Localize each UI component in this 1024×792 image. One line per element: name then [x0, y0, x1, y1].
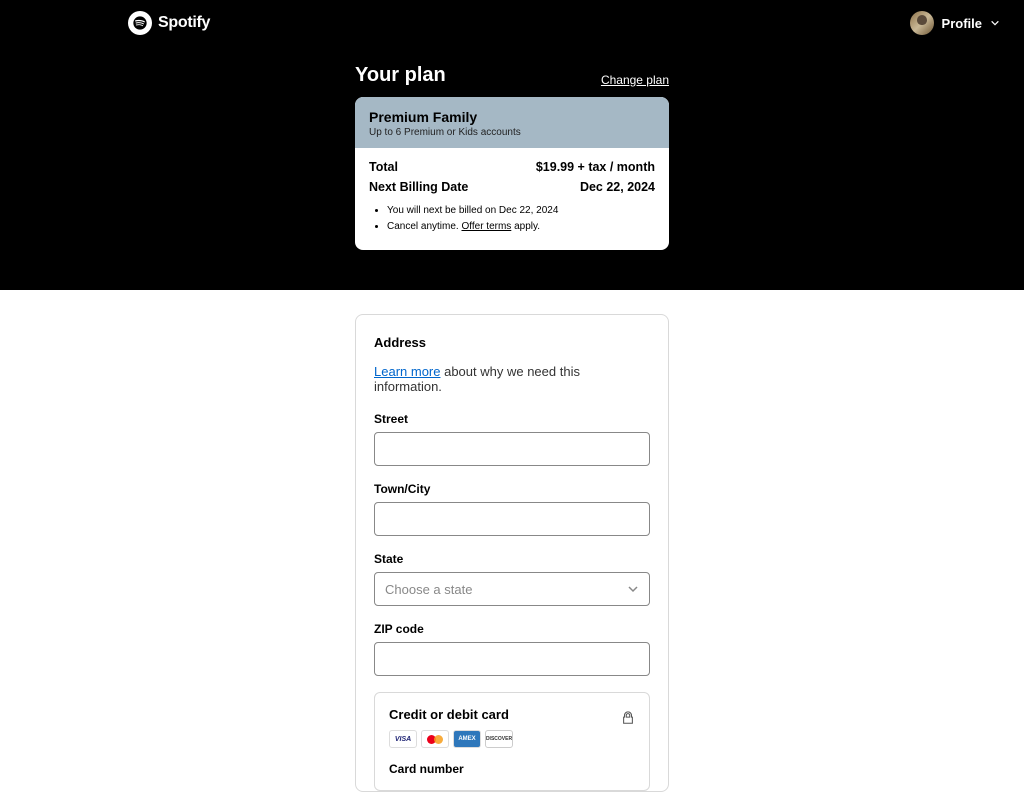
plan-section-title: Your plan [355, 64, 446, 87]
zip-input[interactable] [374, 642, 650, 676]
mastercard-icon [421, 730, 449, 748]
avatar-icon [910, 11, 934, 35]
plan-name: Premium Family [369, 109, 655, 125]
plan-bullets: You will next be billed on Dec 22, 2024 … [369, 204, 655, 234]
address-title: Address [374, 335, 650, 350]
learn-more-link[interactable]: Learn more [374, 364, 440, 379]
total-label: Total [369, 160, 398, 174]
plan-subtitle: Up to 6 Premium or Kids accounts [369, 127, 655, 138]
payment-box: Credit or debit card VISA AMEX DISCOVER … [374, 692, 650, 791]
state-select[interactable]: Choose a state [374, 572, 650, 606]
plan-card: Premium Family Up to 6 Premium or Kids a… [355, 97, 669, 250]
state-placeholder: Choose a state [385, 582, 472, 597]
payment-title: Credit or debit card [389, 707, 635, 722]
state-label: State [374, 552, 650, 566]
address-info-line: Learn more about why we need this inform… [374, 364, 650, 394]
lock-icon [621, 711, 635, 725]
chevron-down-icon [627, 583, 639, 595]
form-section: Address Learn more about why we need thi… [0, 290, 1024, 792]
profile-menu[interactable]: Profile [910, 11, 1000, 35]
hero-section: Your plan Change plan Premium Family Up … [0, 46, 1024, 290]
bullet-2: Cancel anytime. Offer terms apply. [387, 220, 655, 234]
zip-label: ZIP code [374, 622, 650, 636]
city-label: Town/City [374, 482, 650, 496]
address-card: Address Learn more about why we need thi… [355, 314, 669, 792]
plan-header: Premium Family Up to 6 Premium or Kids a… [355, 97, 669, 148]
next-billing-label: Next Billing Date [369, 180, 468, 194]
top-bar: Spotify Profile [0, 0, 1024, 46]
street-input[interactable] [374, 432, 650, 466]
total-value: $19.99 + tax / month [536, 160, 655, 174]
city-input[interactable] [374, 502, 650, 536]
offer-terms-link[interactable]: Offer terms [461, 221, 511, 232]
next-billing-value: Dec 22, 2024 [580, 180, 655, 194]
brand-name: Spotify [158, 14, 210, 32]
card-icons: VISA AMEX DISCOVER [389, 730, 635, 748]
chevron-down-icon [990, 18, 1000, 28]
profile-label: Profile [942, 16, 982, 31]
street-label: Street [374, 412, 650, 426]
bullet-1: You will next be billed on Dec 22, 2024 [387, 204, 655, 218]
visa-icon: VISA [389, 730, 417, 748]
spotify-logo-icon [128, 11, 152, 35]
card-number-label: Card number [389, 762, 635, 776]
amex-icon: AMEX [453, 730, 481, 748]
change-plan-link[interactable]: Change plan [601, 73, 669, 87]
discover-icon: DISCOVER [485, 730, 513, 748]
logo[interactable]: Spotify [128, 11, 210, 35]
